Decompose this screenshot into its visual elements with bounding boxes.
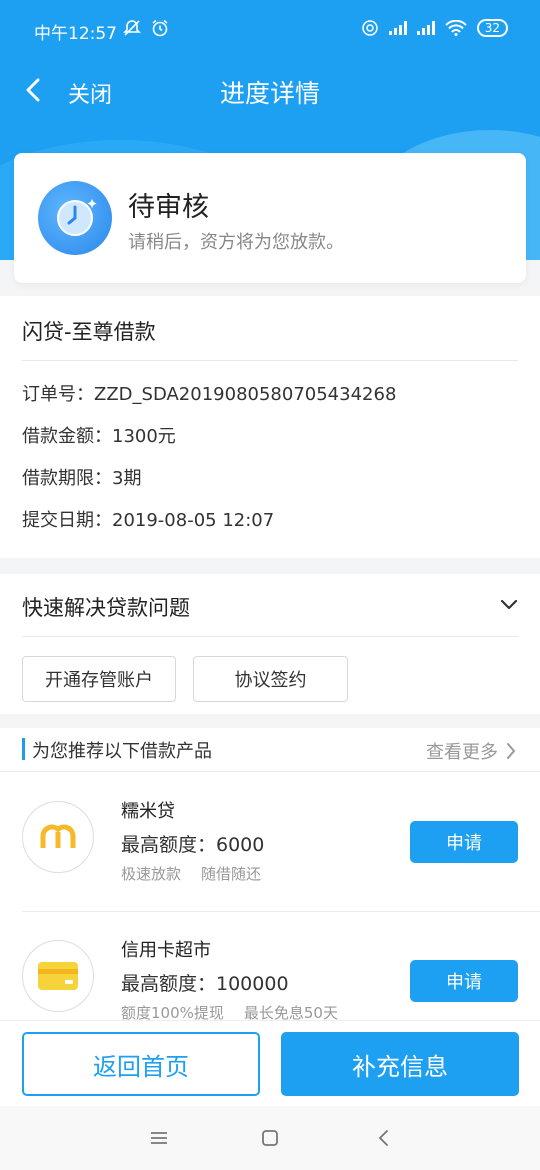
loan-limit: 最高额度：100000	[121, 973, 289, 995]
view-more-label: 查看更多	[426, 742, 498, 763]
loan-tag: 随借随还	[201, 865, 262, 883]
divider	[22, 360, 518, 361]
product-name: 闪贷-至尊借款	[22, 320, 156, 344]
nuomi-logo-icon	[22, 801, 94, 873]
bottom-action-bar: 返回首页 补充信息	[0, 1020, 540, 1106]
page-title: 进度详情	[219, 79, 320, 108]
quick-solve-section: 快速解决贷款问题 开通存管账户 协议签约	[0, 574, 540, 714]
signal-icon	[388, 21, 407, 35]
mute-notification-icon	[123, 20, 141, 36]
nav-bar: 关闭 进度详情	[0, 60, 540, 120]
order-number: 订单号：ZZD_SDA2019080580705434268	[22, 384, 397, 405]
loan-name: 糯米贷	[121, 801, 175, 822]
apply-button[interactable]: 申请	[410, 821, 518, 863]
loan-name: 信用卡超市	[121, 940, 211, 961]
apply-button[interactable]: 申请	[410, 960, 518, 1002]
agreement-sign-button[interactable]: 协议签约	[193, 656, 348, 702]
hotspot-icon	[361, 20, 378, 36]
recommend-title: 为您推荐以下借款产品	[32, 741, 212, 762]
chevron-down-icon[interactable]	[500, 596, 518, 615]
accent-bar	[22, 738, 25, 760]
quick-solve-title[interactable]: 快速解决贷款问题	[22, 592, 190, 622]
battery-indicator: 32	[476, 19, 508, 37]
recommend-header: 为您推荐以下借款产品 查看更多	[0, 728, 540, 772]
divider	[22, 636, 518, 637]
submit-date: 提交日期：2019-08-05 12:07	[22, 510, 275, 531]
alarm-icon	[152, 19, 168, 37]
status-title: 待审核	[128, 192, 209, 223]
wifi-icon	[445, 20, 467, 36]
supplement-info-button[interactable]: 补充信息	[281, 1032, 519, 1096]
back-home-button[interactable]: 返回首页	[22, 1032, 260, 1096]
credit-card-icon	[22, 940, 94, 1012]
review-status-card: 待审核 请稍后，资方将为您放款。	[14, 153, 526, 283]
home-square-icon[interactable]	[255, 1126, 285, 1150]
system-nav-bar	[0, 1106, 540, 1170]
loan-amount: 借款金额：1300元	[22, 426, 176, 447]
loan-tags: 极速放款 随借随还	[121, 863, 261, 884]
open-custody-account-button[interactable]: 开通存管账户	[22, 656, 176, 702]
status-time: 中午12:57	[34, 24, 117, 44]
loan-term: 借款期限：3期	[22, 468, 142, 489]
view-more-link[interactable]: 查看更多	[426, 738, 516, 764]
menu-icon[interactable]	[144, 1126, 174, 1150]
loan-limit: 最高额度：6000	[121, 834, 265, 856]
status-subtitle: 请稍后，资方将为您放款。	[128, 232, 344, 253]
signal-icon	[416, 21, 435, 35]
clock-icon	[38, 181, 112, 255]
chevron-right-icon	[507, 743, 516, 759]
order-info-section: 闪贷-至尊借款 订单号：ZZD_SDA2019080580705434268 借…	[0, 296, 540, 558]
status-bar: 中午12:57 32	[0, 0, 540, 60]
loan-item[interactable]: 糯米贷 最高额度：6000 极速放款 随借随还 申请	[0, 773, 540, 911]
loan-tag: 极速放款	[121, 865, 182, 883]
back-triangle-icon[interactable]	[368, 1126, 398, 1150]
